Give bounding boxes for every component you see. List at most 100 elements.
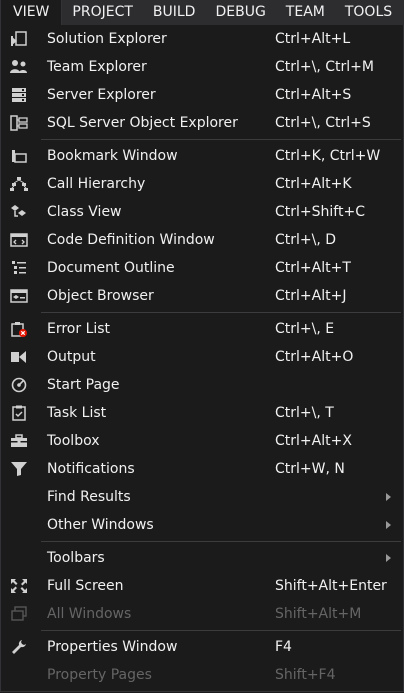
wrench-icon — [9, 639, 29, 655]
menu-item-toolbox[interactable]: Toolbox Ctrl+Alt+X — [1, 427, 403, 455]
menu-item-sql-server-object-explorer[interactable]: SQL Server Object Explorer Ctrl+\, Ctrl+S — [1, 109, 403, 137]
all-windows-icon — [9, 606, 29, 622]
menu-item-label: Class View — [47, 204, 122, 220]
menu-separator — [41, 541, 401, 542]
menu-item-shortcut: Ctrl+Alt+O — [275, 349, 354, 365]
submenu-arrow-icon — [386, 493, 391, 501]
view-menu-dropdown: Solution Explorer Ctrl+Alt+L Team Explorer… — [0, 25, 404, 692]
menu-item-label: Code Definition Window — [47, 232, 215, 248]
menu-item-toolbars[interactable]: Toolbars — [1, 544, 403, 572]
menu-item-label: Team Explorer — [47, 59, 147, 75]
menu-item-solution-explorer[interactable]: Solution Explorer Ctrl+Alt+L — [1, 25, 403, 53]
notifications-icon — [9, 461, 29, 477]
menu-item-label: Start Page — [47, 377, 120, 393]
menu-item-shortcut: Ctrl+Alt+L — [275, 31, 351, 47]
menu-item-call-hierarchy[interactable]: Call Hierarchy Ctrl+Alt+K — [1, 170, 403, 198]
menu-item-label: Full Screen — [47, 578, 124, 594]
menu-item-start-page[interactable]: Start Page — [1, 371, 403, 399]
toolbox-icon — [9, 433, 29, 449]
menu-item-shortcut: Ctrl+Alt+J — [275, 288, 347, 304]
menu-item-shortcut: Ctrl+Alt+T — [275, 260, 351, 276]
menu-item-notifications[interactable]: Notifications Ctrl+W, N — [1, 455, 403, 483]
menu-separator — [41, 630, 401, 631]
menubar-item-build[interactable]: BUILD — [143, 0, 206, 25]
menu-item-shortcut: Shift+F4 — [275, 667, 336, 683]
solution-explorer-icon — [9, 31, 29, 47]
sql-server-icon — [9, 115, 29, 131]
menubar-item-view[interactable]: VIEW — [0, 0, 63, 25]
submenu-arrow-icon — [386, 554, 391, 562]
server-explorer-icon — [9, 87, 29, 103]
menu-item-label: Toolbox — [47, 433, 100, 449]
menu-item-label: Call Hierarchy — [47, 176, 146, 192]
menu-item-error-list[interactable]: Error List Ctrl+\, E — [1, 315, 403, 343]
object-browser-icon — [9, 288, 29, 304]
start-page-icon — [9, 377, 29, 393]
menu-item-shortcut: Ctrl+W, N — [275, 461, 345, 477]
task-list-icon — [9, 405, 29, 421]
bookmark-icon — [9, 148, 29, 164]
menu-item-other-windows[interactable]: Other Windows — [1, 511, 403, 539]
menu-item-class-view[interactable]: Class View Ctrl+Shift+C — [1, 198, 403, 226]
menu-item-properties-window[interactable]: Properties Window F4 — [1, 633, 403, 661]
output-icon — [9, 349, 29, 365]
menu-item-all-windows: All Windows Shift+Alt+M — [1, 600, 403, 628]
menu-item-shortcut: Ctrl+Shift+C — [275, 204, 365, 220]
team-explorer-icon — [9, 59, 29, 75]
menu-item-shortcut: Ctrl+Alt+X — [275, 433, 352, 449]
menu-item-label: Find Results — [47, 489, 131, 505]
menu-group: Properties Window F4 Property Pages Shift+F… — [1, 633, 403, 689]
menu-group: Error List Ctrl+\, E Output Ctrl+Alt+O Start… — [1, 315, 403, 539]
menubar-item-tools[interactable]: TOOLS — [335, 0, 402, 25]
menu-item-find-results[interactable]: Find Results — [1, 483, 403, 511]
menu-item-document-outline[interactable]: Document Outline Ctrl+Alt+T — [1, 254, 403, 282]
menu-item-bookmark-window[interactable]: Bookmark Window Ctrl+K, Ctrl+W — [1, 142, 403, 170]
menu-item-label: Error List — [47, 321, 111, 337]
menu-item-server-explorer[interactable]: Server Explorer Ctrl+Alt+S — [1, 81, 403, 109]
call-hierarchy-icon — [9, 176, 29, 192]
class-view-icon — [9, 204, 29, 220]
menu-item-property-pages: Property Pages Shift+F4 — [1, 661, 403, 689]
menu-item-object-browser[interactable]: Object Browser Ctrl+Alt+J — [1, 282, 403, 310]
full-screen-icon — [9, 578, 29, 594]
menu-item-shortcut: Ctrl+Alt+S — [275, 87, 352, 103]
menu-separator — [41, 312, 401, 313]
menu-item-output[interactable]: Output Ctrl+Alt+O — [1, 343, 403, 371]
menu-group: Toolbars Full Screen Shift+Alt+Enter All Wi… — [1, 544, 403, 628]
menu-item-shortcut: F4 — [275, 639, 292, 655]
menu-item-shortcut: Ctrl+\, D — [275, 232, 337, 248]
document-outline-icon — [9, 260, 29, 276]
menu-item-label: SQL Server Object Explorer — [47, 115, 238, 131]
menu-item-task-list[interactable]: Task List Ctrl+\, T — [1, 399, 403, 427]
menu-item-shortcut: Ctrl+\, Ctrl+M — [275, 59, 374, 75]
menu-item-label: Task List — [47, 405, 107, 421]
menu-group: Bookmark Window Ctrl+K, Ctrl+W Call Hierar… — [1, 142, 403, 310]
menu-item-shortcut: Shift+Alt+Enter — [275, 578, 387, 594]
menubar-item-team[interactable]: TEAM — [276, 0, 335, 25]
code-definition-icon — [9, 232, 29, 248]
menu-item-label: Toolbars — [47, 550, 105, 566]
menu-item-label: Properties Window — [47, 639, 178, 655]
menu-item-full-screen[interactable]: Full Screen Shift+Alt+Enter — [1, 572, 403, 600]
menu-item-shortcut: Ctrl+K, Ctrl+W — [275, 148, 381, 164]
menu-item-label: Property Pages — [47, 667, 152, 683]
menubar-item-project[interactable]: PROJECT — [62, 0, 143, 25]
menu-item-label: Other Windows — [47, 517, 154, 533]
menu-item-label: Document Outline — [47, 260, 175, 276]
menu-item-shortcut: Ctrl+\, E — [275, 321, 335, 337]
menubar-item-debug[interactable]: DEBUG — [205, 0, 275, 25]
menu-bar: VIEW PROJECT BUILD DEBUG TEAM TOOLS — [0, 0, 404, 25]
submenu-arrow-icon — [386, 521, 391, 529]
menu-item-label: Object Browser — [47, 288, 154, 304]
menu-item-team-explorer[interactable]: Team Explorer Ctrl+\, Ctrl+M — [1, 53, 403, 81]
menu-item-shortcut: Ctrl+\, T — [275, 405, 334, 421]
menu-item-label: Notifications — [47, 461, 135, 477]
menu-item-label: Bookmark Window — [47, 148, 178, 164]
menu-separator — [41, 139, 401, 140]
error-list-icon — [9, 321, 29, 337]
menu-group: Solution Explorer Ctrl+Alt+L Team Explorer… — [1, 25, 403, 137]
menu-item-shortcut: Ctrl+Alt+K — [275, 176, 352, 192]
menu-item-label: Output — [47, 349, 96, 365]
menu-item-shortcut: Ctrl+\, Ctrl+S — [275, 115, 371, 131]
menu-item-code-definition-window[interactable]: Code Definition Window Ctrl+\, D — [1, 226, 403, 254]
